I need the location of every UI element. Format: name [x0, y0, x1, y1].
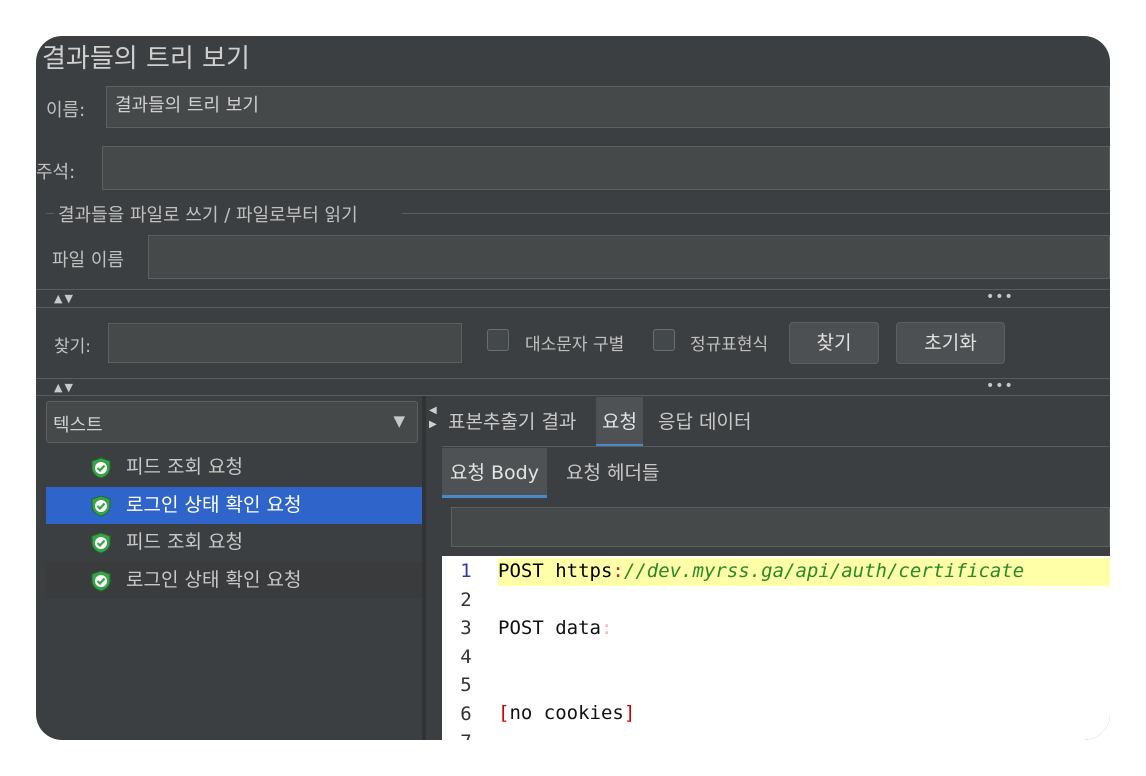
post-data-label: POST data [498, 617, 601, 639]
bracket-open: [ [498, 702, 510, 724]
splitter-dots-icon[interactable]: ••• [986, 378, 1014, 394]
splitter-dots-icon[interactable]: ••• [986, 289, 1014, 305]
bracket-close: ] [623, 702, 636, 724]
collapse-arrows-icon[interactable]: ▲▼ [54, 381, 75, 394]
splitter-line [36, 378, 1110, 379]
code-line-6: [no cookies] [498, 702, 635, 724]
case-sensitive-checkbox[interactable] [487, 329, 509, 351]
code-line-3: POST data: [498, 617, 612, 639]
request-body-viewer[interactable]: 1234567 POST https://dev.myrss.ga/api/au… [442, 556, 1110, 740]
regex-checkbox[interactable] [653, 329, 675, 351]
subtab-0[interactable]: 요청 Body [442, 448, 547, 498]
line-number: 4 [460, 645, 472, 668]
url-scheme: https [555, 560, 613, 582]
line-number: 2 [460, 588, 472, 611]
name-label: 이름: [46, 100, 86, 121]
tab-divider [442, 446, 1110, 447]
success-shield-icon [91, 569, 111, 592]
tab-1[interactable]: 요청 [596, 397, 643, 447]
request-search-field[interactable] [451, 507, 1110, 547]
group-border-right [402, 213, 1110, 214]
subtab-1[interactable]: 요청 헤더들 [564, 448, 661, 498]
window-title: 결과들의 트리 보기 [42, 44, 250, 74]
line-number: 3 [460, 617, 472, 639]
tree-item[interactable]: 피드 조회 요청 [46, 449, 422, 486]
chevron-down-icon: ▼ [393, 412, 405, 430]
split-arrows-icon[interactable]: ◀ ▶ [429, 404, 437, 432]
splitter-line [36, 289, 1110, 290]
tab-2[interactable]: 응답 데이터 [656, 397, 753, 447]
tree-item-label: 로그인 상태 확인 요청 [126, 493, 302, 516]
success-shield-icon [91, 457, 111, 479]
splitter-line [36, 395, 1110, 396]
tree-item[interactable]: 로그인 상태 확인 요청 [46, 486, 422, 524]
regex-label: 정규표현식 [690, 335, 769, 355]
line-number: 7 [442, 731, 490, 740]
name-field[interactable]: 결과들의 트리 보기 [106, 86, 1110, 128]
tree-item-label: 피드 조회 요청 [126, 456, 243, 478]
case-sensitive-label: 대소문자 구별 [525, 335, 625, 355]
line-number: 5 [460, 674, 472, 696]
success-shield-icon [91, 494, 111, 517]
comment-field[interactable] [102, 146, 1110, 190]
url-path: //dev.myrss.ga/api/auth/certificate [623, 560, 1025, 582]
tree-item-label: 피드 조회 요청 [126, 531, 243, 553]
success-shield-icon [91, 532, 111, 554]
line-number: 1 [460, 560, 472, 582]
split-pane-divider[interactable] [422, 396, 426, 740]
splitter-line [36, 307, 1110, 308]
search-input[interactable] [108, 323, 462, 363]
post-data-colon: : [600, 617, 613, 639]
search-label: 찾기: [54, 337, 92, 357]
tree-item-label: 로그인 상태 확인 요청 [126, 568, 302, 591]
line-number: 6 [460, 702, 472, 725]
no-cookies-text: no cookies [509, 702, 624, 724]
file-name-label: 파일 이름 [52, 250, 124, 271]
tree-item[interactable]: 피드 조회 요청 [46, 524, 422, 561]
group-border-left [46, 213, 54, 214]
find-button[interactable]: 찾기 [789, 322, 879, 364]
reset-button[interactable]: 초기화 [896, 322, 1005, 364]
http-method: POST [498, 560, 544, 582]
comment-label: 주석: [36, 162, 76, 183]
tree-item[interactable]: 로그인 상태 확인 요청 [46, 561, 422, 599]
code-line-1: POST https://dev.myrss.ga/api/auth/certi… [498, 560, 1024, 582]
renderer-select-value: 텍스트 [53, 415, 103, 436]
file-group-title: 결과들을 파일로 쓰기 / 파일로부터 읽기 [58, 205, 358, 226]
collapse-arrows-icon[interactable]: ▲▼ [54, 292, 75, 305]
window: 결과들의 트리 보기 이름: 결과들의 트리 보기 주석: 결과들을 파일로 쓰… [36, 36, 1110, 740]
file-name-field[interactable] [148, 235, 1110, 279]
renderer-select[interactable]: 텍스트 ▼ [46, 401, 418, 443]
tab-0[interactable]: 표본추출기 결과 [446, 397, 578, 447]
url-colon: : [612, 560, 624, 582]
